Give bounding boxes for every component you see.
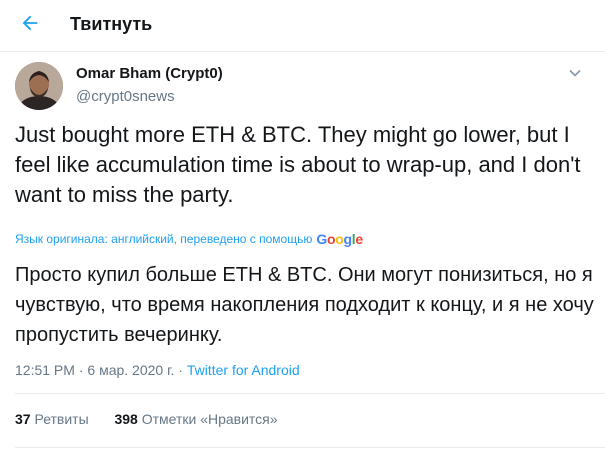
tweet-meta: 12:51 PM · 6 мар. 2020 г. · Twitter for … <box>15 362 300 378</box>
translation-attribution[interactable]: Язык оригинала: английский, переведено с… <box>15 231 363 247</box>
author-name[interactable]: Omar Bham (Crypt0) <box>76 65 223 82</box>
page-title: Твитнуть <box>70 14 153 34</box>
meta-separator: · <box>78 362 84 378</box>
retweets-stat[interactable]: 37 Ретвиты <box>15 411 93 427</box>
translated-text: Просто купил больше ETH & BTC. Они могут… <box>15 264 594 346</box>
tweet-menu-button[interactable] <box>566 66 584 84</box>
retweets-count: 37 <box>15 411 31 427</box>
tweet-date[interactable]: 6 мар. 2020 г. <box>87 362 174 378</box>
divider <box>15 447 605 448</box>
google-logo: Google <box>316 231 363 247</box>
likes-count: 398 <box>114 411 138 427</box>
tweet-time[interactable]: 12:51 PM <box>15 362 75 378</box>
divider <box>15 393 605 394</box>
author-avatar[interactable] <box>15 62 63 110</box>
meta-separator: · <box>178 362 183 378</box>
tweet-text: Just bought more ETH & BTC. They might g… <box>15 122 581 207</box>
tweet-source-link[interactable]: Twitter for Android <box>187 362 300 378</box>
back-button[interactable] <box>12 9 48 41</box>
chevron-down-icon <box>568 66 582 85</box>
arrow-left-icon <box>19 12 41 39</box>
top-bar: Твитнуть <box>0 0 605 52</box>
tweet-stats: 37 Ретвиты 398 Отметки «Нравится» <box>15 411 278 427</box>
likes-label: Отметки «Нравится» <box>141 411 278 427</box>
author-handle[interactable]: @crypt0snews <box>76 88 175 105</box>
likes-stat[interactable]: 398 Отметки «Нравится» <box>114 411 277 427</box>
retweets-label: Ретвиты <box>34 411 89 427</box>
translation-note-text: Язык оригинала: английский, переведено с… <box>15 232 313 246</box>
